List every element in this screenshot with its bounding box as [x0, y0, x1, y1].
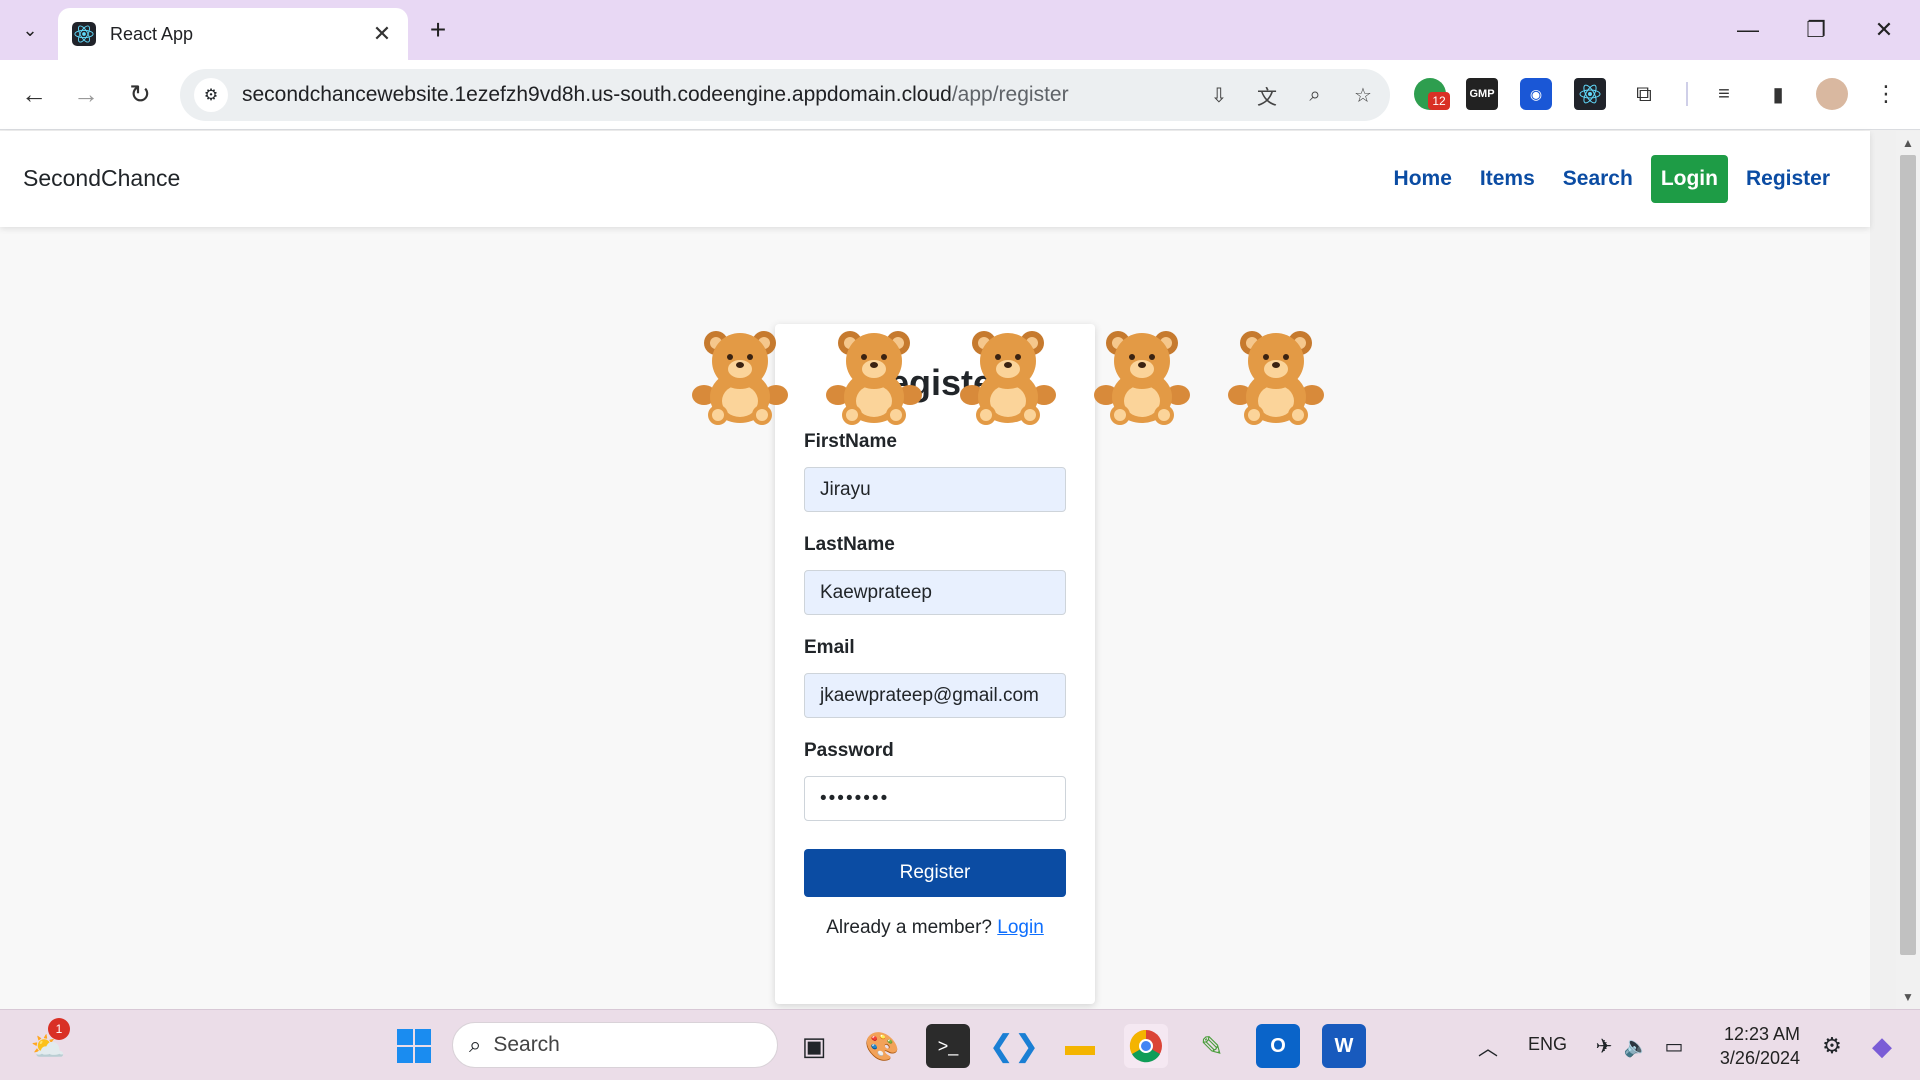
- profile-avatar[interactable]: [1816, 78, 1848, 110]
- react-favicon-icon: [72, 22, 96, 46]
- windows-start-icon[interactable]: [392, 1024, 436, 1068]
- terminal-icon[interactable]: >_: [926, 1024, 970, 1068]
- nav-register[interactable]: Register: [1736, 157, 1840, 201]
- install-app-icon[interactable]: ⇩: [1206, 82, 1232, 108]
- page-viewport: SecondChance Home Items Search Login Reg…: [0, 131, 1870, 1009]
- translate-icon[interactable]: 文: [1254, 82, 1280, 109]
- outlook-icon[interactable]: O: [1256, 1024, 1300, 1068]
- search-icon: ⌕: [469, 1032, 482, 1057]
- vscode-icon[interactable]: ❮❯: [989, 1024, 1039, 1068]
- scroll-thumb[interactable]: [1900, 155, 1916, 955]
- address-bar[interactable]: ⚙ secondchancewebsite.1ezefzh9vd8h.us-so…: [180, 69, 1390, 121]
- reload-icon[interactable]: ↻: [120, 74, 160, 114]
- nav-login-button[interactable]: Login: [1650, 155, 1728, 203]
- task-view-icon[interactable]: ▣: [792, 1024, 836, 1068]
- paint-app-icon[interactable]: 🎨: [860, 1024, 904, 1068]
- toolbar-separator: [1686, 82, 1688, 106]
- tab-title: React App: [110, 23, 194, 44]
- teddy-bear-icon: [692, 331, 788, 425]
- chrome-icon[interactable]: [1124, 1024, 1168, 1068]
- login-link[interactable]: Login: [997, 917, 1044, 938]
- email-input[interactable]: jkaewprateep@gmail.com: [804, 673, 1066, 718]
- extensions-puzzle-icon[interactable]: ⧉: [1628, 78, 1660, 110]
- site-info-icon[interactable]: ⚙: [194, 78, 228, 112]
- notification-icon[interactable]: ⚙: [1810, 1024, 1854, 1068]
- url-text[interactable]: secondchancewebsite.1ezefzh9vd8h.us-sout…: [242, 83, 1206, 107]
- teddy-bear-icon: [1228, 331, 1324, 425]
- register-submit-button[interactable]: Register: [804, 849, 1066, 897]
- teddy-bear-icon: [960, 331, 1056, 425]
- weather-widget-icon[interactable]: ⛅ 1: [26, 1018, 70, 1068]
- taskbar-search-placeholder: Search: [493, 1033, 560, 1056]
- teddy-bear-icon: [826, 331, 922, 425]
- battery-icon[interactable]: ▭: [1652, 1024, 1696, 1068]
- scroll-down-icon[interactable]: ▼: [1896, 987, 1920, 1007]
- nav-home[interactable]: Home: [1384, 157, 1462, 201]
- page-scrollbar[interactable]: ▲ ▼: [1896, 131, 1920, 1009]
- lastname-input[interactable]: Kaewprateep: [804, 570, 1066, 615]
- nav-links: Home Items Search Login Register: [1384, 155, 1840, 203]
- nav-search[interactable]: Search: [1553, 157, 1643, 201]
- close-window-icon[interactable]: ✕: [1854, 8, 1914, 52]
- site-brand[interactable]: SecondChance: [23, 165, 180, 192]
- copilot-icon[interactable]: ◆: [1860, 1024, 1904, 1068]
- language-indicator[interactable]: ENG: [1528, 1034, 1567, 1055]
- bookmark-star-icon[interactable]: ☆: [1350, 82, 1376, 108]
- teddy-bear-icon: [1094, 331, 1190, 425]
- taskbar-search[interactable]: ⌕ Search: [452, 1022, 778, 1068]
- nav-items[interactable]: Items: [1470, 157, 1545, 201]
- clock-date: 3/26/2024: [1719, 1048, 1800, 1068]
- close-tab-icon[interactable]: ✕: [370, 21, 394, 47]
- tab-strip: ⌄ React App ✕ + — ❐ ✕: [0, 0, 1920, 60]
- camera-extension-icon[interactable]: ◉: [1520, 78, 1552, 110]
- weather-badge: 1: [48, 1018, 70, 1040]
- clock-time: 12:23 AM: [1723, 1024, 1800, 1044]
- forward-icon[interactable]: →: [66, 74, 106, 114]
- member-prompt: Already a member?: [826, 917, 992, 938]
- react-devtools-icon[interactable]: [1574, 78, 1606, 110]
- gmp-extension-icon[interactable]: GMP: [1466, 78, 1498, 110]
- firstname-input[interactable]: Jirayu: [804, 467, 1066, 512]
- restore-icon[interactable]: ❐: [1786, 8, 1846, 52]
- file-explorer-icon[interactable]: ▬: [1058, 1024, 1102, 1068]
- side-panel-icon[interactable]: ▮: [1762, 78, 1794, 110]
- taskbar-clock[interactable]: 12:23 AM 3/26/2024: [1700, 1022, 1800, 1070]
- lastname-label: LastName: [804, 534, 895, 555]
- photo-editor-icon[interactable]: ✎: [1190, 1024, 1234, 1068]
- windows-taskbar: ⛅ 1 ⌕ Search ▣ 🎨 >_ ❮❯ ▬ ✎ O W ︿ ENG ✈ 🔈…: [0, 1009, 1920, 1080]
- zoom-icon[interactable]: ⌕: [1302, 82, 1328, 108]
- extension-grammar-icon[interactable]: 12: [1414, 78, 1450, 110]
- back-icon[interactable]: ←: [14, 74, 54, 114]
- site-navbar: SecondChance Home Items Search Login Reg…: [0, 131, 1870, 227]
- url-path: /app/register: [951, 83, 1069, 106]
- scroll-up-icon[interactable]: ▲: [1896, 133, 1920, 153]
- teddy-bear-row: [690, 327, 1326, 427]
- new-tab-button[interactable]: +: [420, 12, 456, 48]
- already-member-text: Already a member? Login: [775, 917, 1095, 939]
- word-icon[interactable]: W: [1322, 1024, 1366, 1068]
- browser-toolbar: ← → ↻ ⚙ secondchancewebsite.1ezefzh9vd8h…: [0, 60, 1920, 130]
- password-label: Password: [804, 740, 894, 761]
- extension-badge: 12: [1428, 92, 1450, 110]
- media-control-icon[interactable]: ≡: [1708, 78, 1740, 110]
- minimize-icon[interactable]: —: [1718, 8, 1778, 52]
- url-host: secondchancewebsite.1ezefzh9vd8h.us-sout…: [242, 83, 952, 106]
- chevron-down-icon: ⌄: [22, 19, 38, 40]
- firstname-label: FirstName: [804, 431, 897, 452]
- email-label: Email: [804, 637, 855, 658]
- password-input[interactable]: ••••••••: [804, 776, 1066, 821]
- browser-tab[interactable]: React App ✕: [58, 8, 408, 60]
- show-hidden-icons-icon[interactable]: ︿: [1466, 1024, 1510, 1068]
- browser-menu-icon[interactable]: ⋮: [1870, 78, 1902, 110]
- tab-search-button[interactable]: ⌄: [10, 12, 50, 48]
